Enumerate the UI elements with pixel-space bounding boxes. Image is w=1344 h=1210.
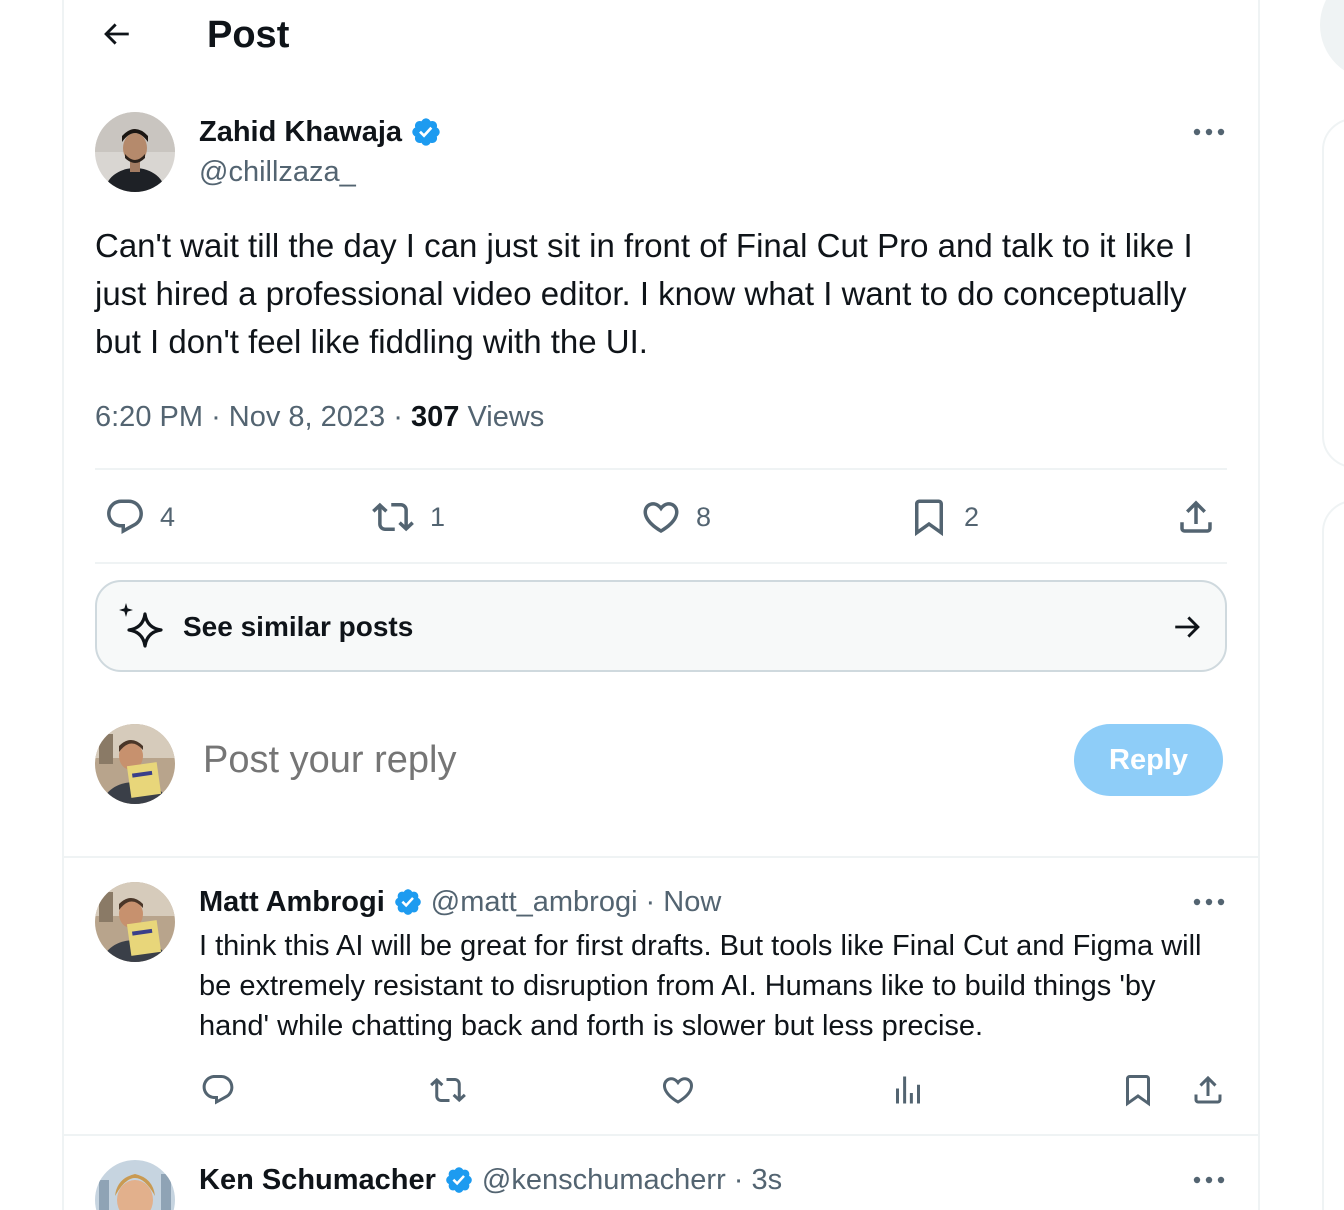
verified-badge-icon [446, 1167, 472, 1193]
arrow-left-icon [104, 23, 129, 45]
verified-badge-icon [412, 118, 440, 146]
bookmark-icon [915, 499, 943, 537]
more-dots-icon [1193, 1176, 1225, 1184]
column-border-left [62, 0, 64, 1210]
repost-action[interactable]: 1 [370, 496, 445, 538]
arrow-right-icon [1175, 616, 1200, 638]
bookmark-action[interactable] [1120, 1072, 1156, 1113]
heart-icon [662, 1077, 694, 1104]
sidebar-search-box[interactable] [1320, 0, 1344, 80]
like-count: 8 [696, 501, 712, 532]
reply-time[interactable]: · Now [646, 884, 722, 920]
reply-action[interactable]: 4 [104, 496, 175, 538]
meta-separator: · [211, 401, 221, 433]
reply-time[interactable]: · 3s [734, 1162, 782, 1198]
more-options-button[interactable] [1189, 887, 1229, 917]
reply-author-handle[interactable]: @matt_ambrogi [431, 884, 638, 920]
current-user-avatar[interactable] [95, 724, 175, 804]
page-title: Post [207, 14, 290, 56]
post-meta: 6:20 PM · Nov 8, 2023 · 307 Views [95, 398, 544, 436]
reply-author-avatar[interactable] [95, 1160, 175, 1210]
more-dots-icon [1193, 128, 1225, 136]
sparkle-icon [119, 603, 163, 648]
reply-author-name[interactable]: Matt Ambrogi @matt_ambrogi · Now [199, 884, 721, 920]
see-similar-posts-button[interactable]: See similar posts [95, 580, 1227, 672]
bookmark-count: 2 [964, 501, 980, 532]
post-text: Can't wait till the day I can just sit i… [95, 227, 1193, 360]
author-name-text: Zahid Khawaja [199, 116, 403, 148]
repost-count: 1 [430, 501, 446, 532]
verified-badge-icon [394, 889, 421, 915]
share-action[interactable] [1175, 496, 1217, 538]
views-action[interactable] [890, 1072, 926, 1113]
avatar-image [95, 1160, 175, 1210]
author-name[interactable]: Zahid Khawaja [199, 114, 442, 150]
reply-author-name[interactable]: Ken Schumacher @kenschumacherr · 3s [199, 1162, 782, 1198]
reply-author-avatar[interactable] [95, 882, 175, 962]
reply-submit-button[interactable]: Reply [1074, 724, 1223, 796]
more-options-button[interactable] [1189, 117, 1229, 147]
bookmark-action[interactable]: 2 [908, 496, 979, 538]
heart-icon [643, 502, 679, 534]
post-date[interactable]: Nov 8, 2023 [229, 401, 385, 433]
back-button[interactable] [94, 12, 138, 56]
like-action[interactable] [660, 1072, 696, 1113]
share-action[interactable] [1190, 1072, 1226, 1113]
reply-author-name-text: Matt Ambrogi [199, 886, 385, 918]
reply-author-handle[interactable]: @kenschumacherr [482, 1162, 726, 1198]
post-time[interactable]: 6:20 PM [95, 401, 203, 433]
share-icon [1194, 1075, 1222, 1104]
divider [64, 1134, 1258, 1136]
share-icon [1180, 500, 1212, 533]
more-options-button[interactable] [1189, 1165, 1229, 1195]
reply-icon [107, 499, 143, 534]
sidebar-card [1322, 118, 1344, 468]
avatar-image [95, 724, 175, 804]
avatar-image [95, 112, 175, 192]
analytics-bars-icon [896, 1076, 920, 1104]
reply-action[interactable] [200, 1072, 236, 1113]
more-dots-icon [1193, 898, 1225, 906]
column-border-right [1258, 0, 1260, 1210]
author-avatar[interactable] [95, 112, 175, 192]
meta-separator: · [393, 401, 403, 433]
bookmark-icon [1126, 1075, 1150, 1107]
reply-icon [202, 1075, 234, 1105]
like-action[interactable]: 8 [640, 496, 711, 538]
views-count: 307 [410, 401, 460, 433]
repost-icon [430, 1077, 466, 1103]
reply-input[interactable] [203, 736, 1003, 784]
divider [95, 468, 1227, 470]
reply-text: I think this AI will be great for first … [199, 930, 1202, 1042]
avatar-image [95, 882, 175, 962]
views-label: Views [467, 401, 545, 433]
post-detail-page: Post Zahid Khawaja @chillzaza_ Can't wai… [0, 0, 1344, 1210]
reply-author-name-text: Ken Schumacher [199, 1164, 436, 1196]
repost-action[interactable] [428, 1072, 468, 1113]
author-handle[interactable]: @chillzaza_ [199, 154, 356, 190]
reply-count: 4 [160, 501, 176, 532]
sidebar-card [1322, 500, 1344, 1210]
repost-icon [372, 502, 414, 532]
divider [95, 562, 1227, 564]
divider [64, 856, 1258, 858]
see-similar-posts-label: See similar posts [183, 611, 414, 642]
